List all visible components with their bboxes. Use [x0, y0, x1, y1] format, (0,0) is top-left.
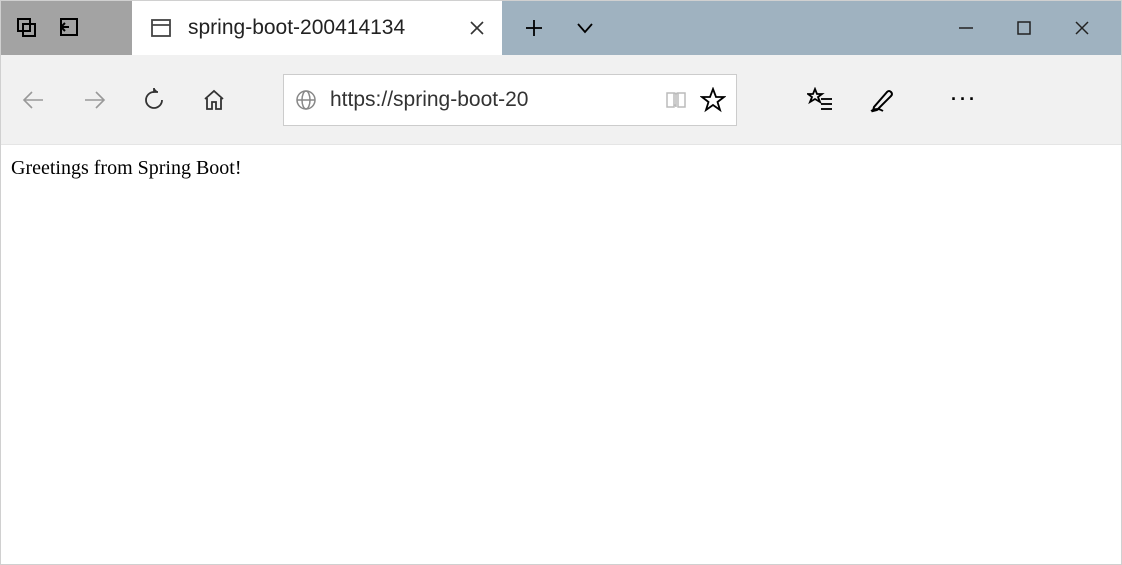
- tab-actions-icon[interactable]: [15, 16, 39, 40]
- reading-view-icon[interactable]: [664, 88, 688, 112]
- home-icon[interactable]: [201, 87, 227, 113]
- refresh-icon[interactable]: [141, 87, 167, 113]
- page-body-text: Greetings from Spring Boot!: [11, 157, 242, 179]
- notes-icon[interactable]: [869, 87, 895, 113]
- toolbar-right-icons: ···: [807, 87, 978, 113]
- new-tab-icon[interactable]: [524, 18, 544, 38]
- title-bar: spring-boot-200414134: [1, 1, 1121, 55]
- tab-title: spring-boot-200414134: [188, 16, 452, 40]
- close-tab-icon[interactable]: [468, 19, 486, 37]
- page-content: Greetings from Spring Boot!: [1, 145, 1121, 192]
- back-icon[interactable]: [21, 87, 47, 113]
- favorite-star-icon[interactable]: [700, 87, 726, 113]
- url-input[interactable]: [330, 88, 652, 112]
- chevron-down-icon[interactable]: [574, 17, 596, 39]
- globe-icon: [294, 88, 318, 112]
- maximize-icon[interactable]: [1015, 19, 1033, 37]
- window-controls: [957, 19, 1121, 37]
- forward-icon[interactable]: [81, 87, 107, 113]
- toolbar: ···: [1, 55, 1121, 145]
- favorites-list-icon[interactable]: [807, 87, 833, 113]
- close-window-icon[interactable]: [1073, 19, 1091, 37]
- title-bar-left: [1, 1, 132, 55]
- set-aside-tabs-icon[interactable]: [55, 15, 81, 41]
- address-bar[interactable]: [283, 74, 737, 126]
- title-bar-right: [502, 1, 1121, 55]
- browser-tab[interactable]: spring-boot-200414134: [132, 1, 502, 55]
- nav-group: [21, 87, 227, 113]
- minimize-icon[interactable]: [957, 19, 975, 37]
- page-icon: [150, 17, 172, 39]
- more-icon[interactable]: ···: [951, 89, 978, 110]
